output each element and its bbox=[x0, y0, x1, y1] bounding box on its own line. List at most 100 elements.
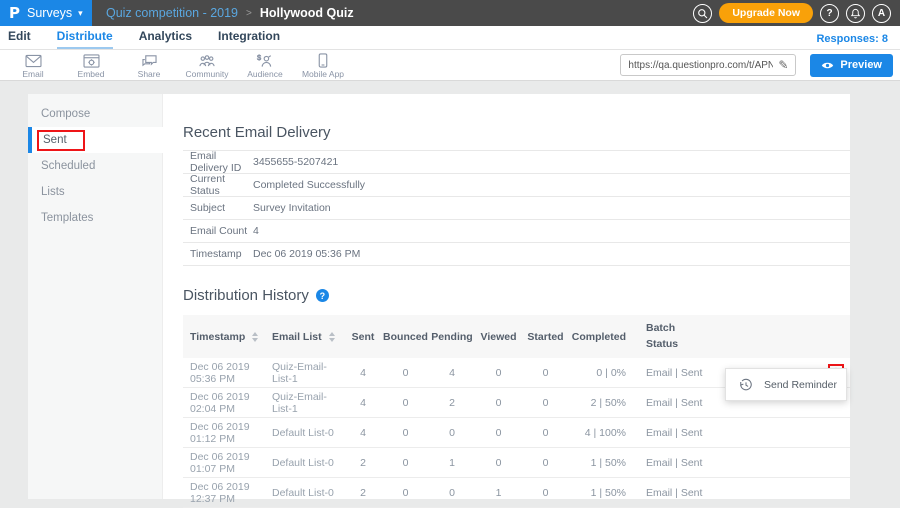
tab-distribute[interactable]: Distribute bbox=[57, 26, 113, 49]
table-row: Dec 06 2019 12:37 PM Default List-0 2 0 … bbox=[183, 478, 850, 508]
responses-count[interactable]: Responses: 8 bbox=[816, 33, 892, 49]
cell-started: 0 bbox=[522, 427, 569, 439]
cell-completed: 0 | 0% bbox=[569, 367, 626, 379]
channel-community[interactable]: Community bbox=[178, 52, 236, 79]
cell-completed: 1 | 50% bbox=[569, 487, 626, 499]
cell-viewed: 0 bbox=[475, 457, 522, 469]
channel-label: Community bbox=[186, 69, 229, 79]
cell-bounced: 0 bbox=[382, 457, 429, 469]
section-title-text: Recent Email Delivery bbox=[183, 124, 331, 141]
channel-label: Email bbox=[22, 69, 43, 79]
surveys-app-menu[interactable]: P Surveys ▾ bbox=[0, 0, 92, 26]
column-header-timestamp[interactable]: Timestamp bbox=[183, 331, 272, 343]
cell-pending: 0 bbox=[429, 487, 475, 499]
cell-email-list: Quiz-Email-List-1 bbox=[272, 361, 344, 385]
help-button[interactable]: ? bbox=[820, 4, 839, 23]
cell-sent: 4 bbox=[344, 397, 382, 409]
detail-row: Email Count 4 bbox=[183, 220, 850, 243]
survey-url-field[interactable]: https://qa.questionpro.com/t/APNrFZf29 ✎ bbox=[620, 54, 796, 76]
table-row: Dec 06 2019 01:07 PM Default List-0 2 0 … bbox=[183, 448, 850, 478]
questionpro-logo: P bbox=[9, 4, 20, 22]
email-delivery-details: Email Delivery ID 3455655-5207421 Curren… bbox=[183, 150, 850, 266]
cell-pending: 1 bbox=[429, 457, 475, 469]
detail-value: Completed Successfully bbox=[253, 179, 365, 191]
send-reminder-label: Send Reminder bbox=[764, 379, 837, 391]
cell-batch-status: Email | Sent bbox=[626, 487, 814, 499]
channel-audience[interactable]: $ Audience bbox=[236, 52, 294, 79]
channel-share[interactable]: Share bbox=[120, 52, 178, 79]
preview-button[interactable]: Preview bbox=[810, 54, 893, 77]
sidebar-item-templates[interactable]: Templates bbox=[28, 205, 162, 231]
audience-icon: $ bbox=[256, 54, 274, 68]
table-row: Dec 06 2019 01:12 PM Default List-0 4 0 … bbox=[183, 418, 850, 448]
cell-timestamp: Dec 06 2019 02:04 PM bbox=[183, 391, 272, 415]
sidebar-item-scheduled[interactable]: Scheduled bbox=[28, 153, 162, 179]
cell-timestamp: Dec 06 2019 01:07 PM bbox=[183, 451, 272, 475]
cell-batch-status: Email | Sent bbox=[626, 427, 814, 439]
cell-started: 0 bbox=[522, 397, 569, 409]
column-header-bounced: Bounced bbox=[382, 331, 429, 343]
tab-analytics[interactable]: Analytics bbox=[139, 26, 192, 49]
sort-icon[interactable] bbox=[329, 332, 335, 342]
cell-batch-status: Email | Sent bbox=[626, 457, 814, 469]
bell-icon bbox=[850, 8, 861, 19]
cell-started: 0 bbox=[522, 367, 569, 379]
cell-email-list: Default List-0 bbox=[272, 457, 344, 469]
distribution-help-icon[interactable]: ? bbox=[316, 289, 329, 302]
upgrade-now-button[interactable]: Upgrade Now bbox=[719, 3, 813, 23]
send-reminder-menu-item[interactable]: Send Reminder bbox=[725, 368, 847, 401]
column-header-viewed: Viewed bbox=[475, 331, 522, 343]
breadcrumb: Quiz competition - 2019 > Hollywood Quiz bbox=[106, 0, 354, 26]
sidebar-item-label: Lists bbox=[41, 186, 65, 198]
notifications-button[interactable] bbox=[846, 4, 865, 23]
sort-icon[interactable] bbox=[252, 332, 258, 342]
detail-label: Email Delivery ID bbox=[183, 150, 253, 174]
channel-mobile-app[interactable]: Mobile App bbox=[294, 51, 352, 79]
cell-started: 0 bbox=[522, 457, 569, 469]
sent-content: Recent Email Delivery Email Delivery ID … bbox=[163, 94, 850, 499]
column-header-sent: Sent bbox=[344, 331, 382, 343]
cell-email-list: Default List-0 bbox=[272, 427, 344, 439]
detail-label: Current Status bbox=[183, 173, 253, 197]
sidebar-item-compose[interactable]: Compose bbox=[28, 101, 162, 127]
column-header-completed: Completed bbox=[569, 331, 626, 343]
cell-timestamp: Dec 06 2019 12:37 PM bbox=[183, 481, 272, 505]
cell-timestamp: Dec 06 2019 05:36 PM bbox=[183, 361, 272, 385]
edit-url-icon[interactable]: ✎ bbox=[778, 58, 788, 72]
sidebar-item-label: Compose bbox=[41, 108, 90, 120]
channel-embed[interactable]: Embed bbox=[62, 52, 120, 79]
tab-integration[interactable]: Integration bbox=[218, 26, 280, 49]
channel-email[interactable]: Email bbox=[4, 52, 62, 79]
recent-email-delivery-title: Recent Email Delivery bbox=[183, 124, 850, 141]
cell-pending: 4 bbox=[429, 367, 475, 379]
channel-label: Audience bbox=[247, 69, 282, 79]
tab-edit[interactable]: Edit bbox=[8, 26, 31, 49]
top-header-bar: P Surveys ▾ Quiz competition - 2019 > Ho… bbox=[0, 0, 900, 26]
column-label: Batch Status bbox=[646, 321, 688, 351]
cell-bounced: 0 bbox=[382, 367, 429, 379]
survey-url-value[interactable]: https://qa.questionpro.com/t/APNrFZf29 bbox=[628, 60, 773, 71]
cell-timestamp: Dec 06 2019 01:12 PM bbox=[183, 421, 272, 445]
cell-sent: 2 bbox=[344, 487, 382, 499]
sidebar-item-lists[interactable]: Lists bbox=[28, 179, 162, 205]
cell-started: 0 bbox=[522, 487, 569, 499]
cell-completed: 2 | 50% bbox=[569, 397, 626, 409]
avatar[interactable]: A bbox=[872, 4, 891, 23]
sidebar-item-label: Sent bbox=[43, 134, 67, 146]
reminder-clock-icon bbox=[739, 378, 753, 392]
breadcrumb-survey-group[interactable]: Quiz competition - 2019 bbox=[106, 6, 238, 20]
search-button[interactable] bbox=[693, 4, 712, 23]
sidebar-item-label: Scheduled bbox=[41, 160, 95, 172]
cell-bounced: 0 bbox=[382, 487, 429, 499]
cell-sent: 2 bbox=[344, 457, 382, 469]
cell-viewed: 0 bbox=[475, 367, 522, 379]
email-icon bbox=[25, 54, 42, 68]
cell-bounced: 0 bbox=[382, 427, 429, 439]
cell-email-list: Default List-0 bbox=[272, 487, 344, 499]
sidebar-item-sent[interactable]: Sent bbox=[28, 127, 163, 153]
sent-panel: Compose Sent Scheduled Lists Templates R… bbox=[28, 94, 850, 499]
detail-value: 3455655-5207421 bbox=[253, 156, 338, 168]
cell-viewed: 1 bbox=[475, 487, 522, 499]
distribution-history-title: Distribution History ? bbox=[183, 287, 850, 304]
column-header-email-list[interactable]: Email List bbox=[272, 331, 344, 343]
